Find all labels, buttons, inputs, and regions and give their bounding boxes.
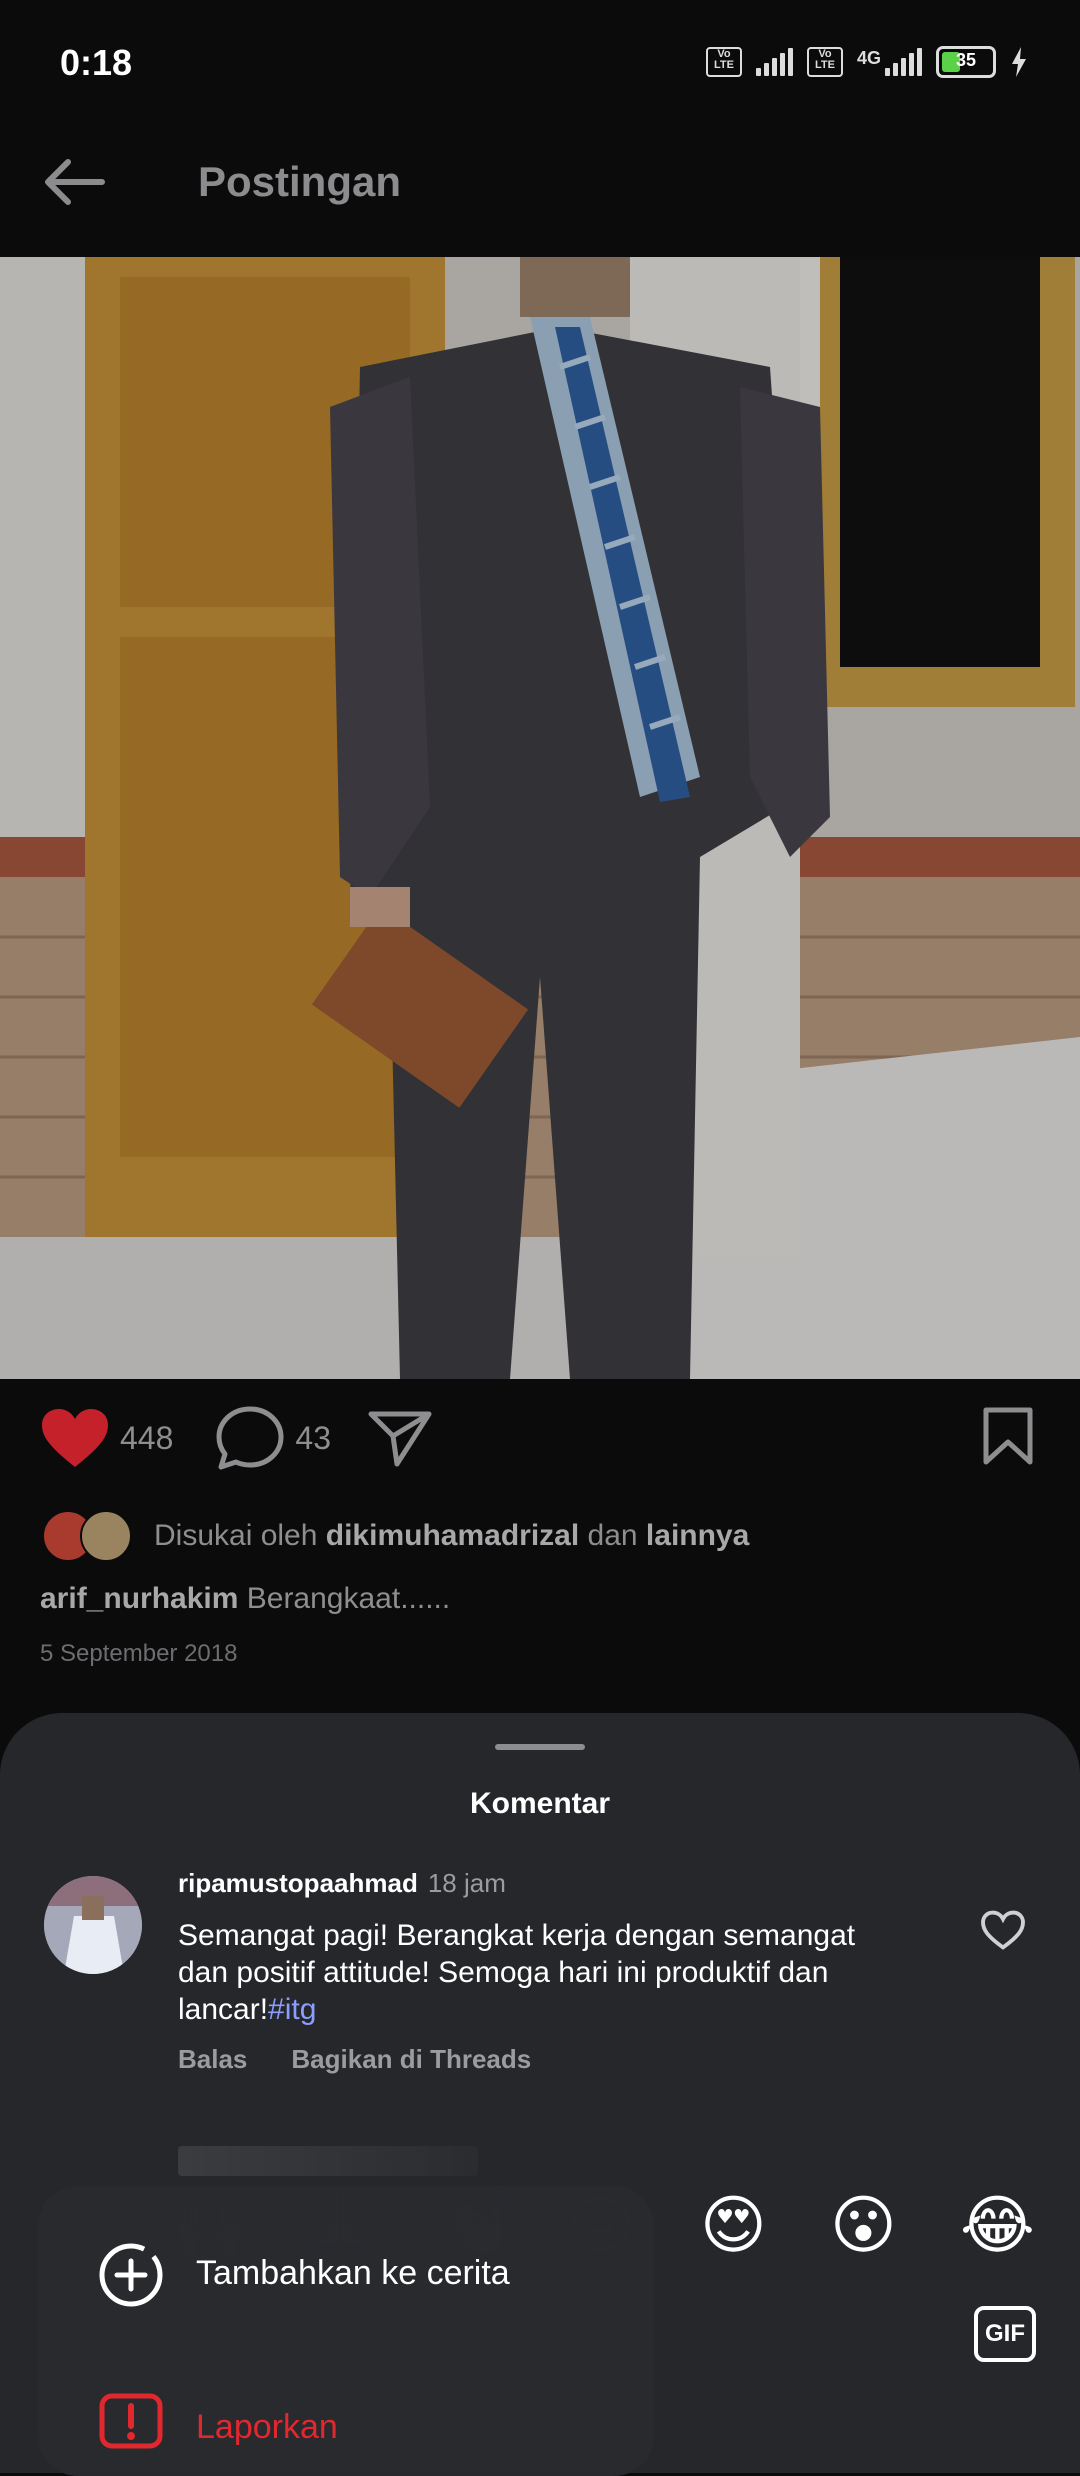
status-time: 0:18 <box>60 42 133 83</box>
sheet-drag-handle[interactable] <box>495 1744 585 1750</box>
reply-button[interactable]: Balas <box>178 2044 247 2075</box>
back-button[interactable] <box>38 152 118 212</box>
liked-by-row[interactable]: Disukai oleh dikimuhamadrizal dan lainny… <box>42 1510 749 1562</box>
share-threads-button[interactable]: Bagikan di Threads <box>291 2044 531 2075</box>
reaction-laughing[interactable]: 😂 <box>960 2190 1035 2260</box>
avatar-image <box>44 1876 142 1974</box>
liked-by-others[interactable]: lainnya <box>646 1519 749 1552</box>
comment-like-button[interactable] <box>980 1910 1026 1955</box>
caption-text: Berangkaat...... <box>246 1582 451 1615</box>
gif-button[interactable]: GIF <box>974 2306 1036 2362</box>
liked-by-user[interactable]: dikimuhamadrizal <box>326 1519 579 1552</box>
page-title: Postingan <box>198 158 402 205</box>
comment-icon[interactable] <box>215 1405 285 1471</box>
add-to-story-item[interactable]: Tambahkan ke cerita <box>196 2254 510 2293</box>
post-image[interactable] <box>0 257 1080 1379</box>
comment-time: 18 jam <box>427 1868 506 1898</box>
comment-username[interactable]: ripamustopaahmad 18 jam <box>178 1868 506 1899</box>
bookmark-icon <box>983 1407 1033 1465</box>
avatar <box>80 1510 132 1562</box>
likes-count[interactable]: 448 <box>120 1420 173 1457</box>
bookmark-button[interactable] <box>982 1406 1034 1471</box>
report-icon[interactable] <box>98 2392 164 2455</box>
status-icons: Vo LTE Vo LTE 4G 35 <box>705 46 1028 78</box>
heart-filled-icon[interactable] <box>40 1407 110 1469</box>
volte-icon-2: Vo LTE <box>806 47 843 77</box>
charging-icon <box>1012 47 1026 77</box>
liked-by-text: Disukai oleh dikimuhamadrizal dan lainny… <box>154 1519 749 1553</box>
post-actions: 448 43 <box>40 1405 433 1471</box>
caption-username[interactable]: arif_nurhakim <box>40 1582 238 1615</box>
plus-circle-icon <box>99 2243 163 2307</box>
comment-avatar[interactable] <box>44 1876 142 1974</box>
comment-text: Semangat pagi! Berangkat kerja dengan se… <box>178 1917 898 2028</box>
battery-icon: 35 <box>936 46 996 78</box>
battery-level: 35 <box>955 50 977 70</box>
arrow-left-icon <box>45 159 105 205</box>
reaction-heart-eyes[interactable]: 😍 <box>700 2190 767 2260</box>
heart-outline-icon <box>981 1910 1025 1950</box>
post-date: 5 September 2018 <box>40 1640 238 1667</box>
comment-hashtag[interactable]: #itg <box>268 1993 316 2026</box>
alert-icon <box>99 2393 163 2449</box>
liked-by-prefix: Disukai oleh <box>154 1519 318 1552</box>
volte-icon: Vo LTE <box>705 47 742 77</box>
post-caption: arif_nurhakim Berangkaat...... <box>40 1582 450 1616</box>
signal-icon-2 <box>885 48 922 76</box>
liked-by-and: dan <box>587 1519 638 1552</box>
comment-user[interactable]: ripamustopaahmad <box>178 1868 418 1898</box>
add-story-icon[interactable] <box>96 2240 166 2315</box>
network-type: 4G <box>856 48 881 68</box>
next-comment-preview <box>178 2146 478 2176</box>
liker-avatars <box>42 1510 134 1562</box>
sheet-title: Komentar <box>469 1787 611 1820</box>
comments-count[interactable]: 43 <box>295 1420 331 1457</box>
report-item[interactable]: Laporkan <box>196 2408 338 2447</box>
signal-icon <box>755 48 793 76</box>
share-icon[interactable] <box>367 1408 433 1468</box>
comment-actions: Balas Bagikan di Threads <box>178 2044 531 2075</box>
reaction-surprised[interactable]: 😮 <box>830 2190 897 2260</box>
